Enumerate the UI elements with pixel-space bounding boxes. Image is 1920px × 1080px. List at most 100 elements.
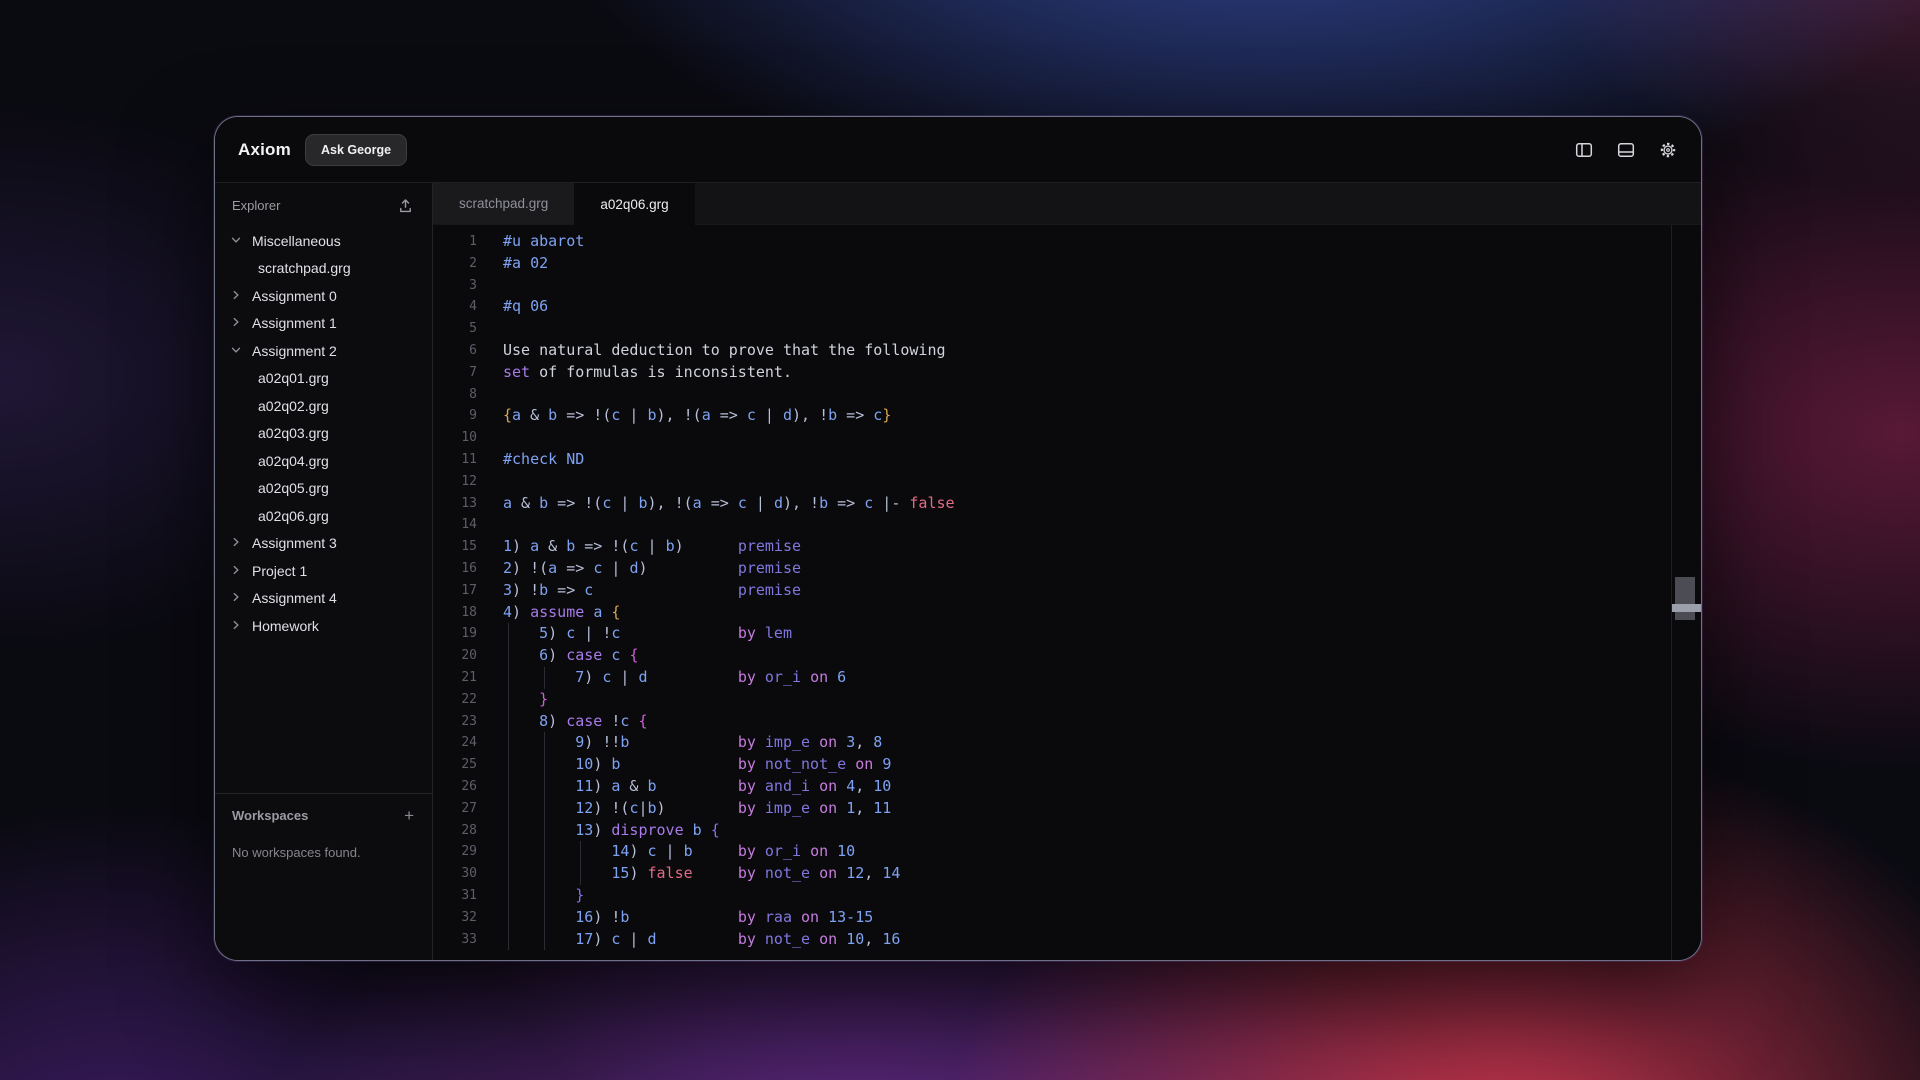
- line-number: 30: [433, 863, 477, 885]
- code-line-7[interactable]: 7 set of formulas is inconsistent.: [433, 362, 1701, 384]
- line-number: 18: [433, 602, 477, 624]
- tab-a02q06-grg[interactable]: a02q06.grg: [574, 183, 694, 225]
- tree-item-assignment-0[interactable]: Assignment 0: [215, 282, 432, 310]
- code-line-28[interactable]: 28 13) disprove b {: [433, 820, 1701, 842]
- code-text: 9) !!b by imp_e on 3, 8: [503, 732, 882, 754]
- code-line-15[interactable]: 151) a & b => !(c | b) premise: [433, 536, 1701, 558]
- code-line-8[interactable]: 8: [433, 384, 1701, 406]
- code-text: {a & b => !(c | b), !(a => c | d), !b =>…: [503, 405, 891, 427]
- code-text: 5) c | !c by lem: [503, 623, 792, 645]
- toggle-left-panel-icon[interactable]: [1575, 141, 1593, 159]
- titlebar-icons: [1575, 141, 1677, 159]
- upload-icon[interactable]: [397, 197, 414, 214]
- tree-item-a02q03-grg[interactable]: a02q03.grg: [215, 420, 432, 448]
- tree-item-assignment-1[interactable]: Assignment 1: [215, 310, 432, 338]
- code-text: 12) !(c|b) by imp_e on 1, 11: [503, 798, 891, 820]
- tree-item-a02q02-grg[interactable]: a02q02.grg: [215, 392, 432, 420]
- line-number: 12: [433, 471, 477, 493]
- code-line-11[interactable]: 11#check ND: [433, 449, 1701, 471]
- code-text: }: [503, 689, 548, 711]
- line-number: 13: [433, 493, 477, 515]
- tree-item-a02q06-grg[interactable]: a02q06.grg: [215, 502, 432, 530]
- line-number: 19: [433, 623, 477, 645]
- code-line-10[interactable]: 10: [433, 427, 1701, 449]
- tree-item-miscellaneous[interactable]: Miscellaneous: [215, 227, 432, 255]
- line-number: 9: [433, 405, 477, 427]
- code-text: #check ND: [503, 449, 584, 471]
- code-line-21[interactable]: 21 7) c | d by or_i on 6: [433, 667, 1701, 689]
- tree-item-a02q01-grg[interactable]: a02q01.grg: [215, 365, 432, 393]
- tree-item-a02q04-grg[interactable]: a02q04.grg: [215, 447, 432, 475]
- code-line-1[interactable]: 1#u abarot: [433, 231, 1701, 253]
- scrollbar-grip[interactable]: [1672, 604, 1701, 612]
- explorer-heading: Explorer: [232, 198, 280, 213]
- code-line-2[interactable]: 2#a 02: [433, 253, 1701, 275]
- code-line-5[interactable]: 5: [433, 318, 1701, 340]
- line-number: 32: [433, 907, 477, 929]
- tree-item-label: a02q04.grg: [258, 453, 329, 469]
- tree-item-a02q05-grg[interactable]: a02q05.grg: [215, 475, 432, 503]
- code-line-4[interactable]: 4#q 06: [433, 296, 1701, 318]
- code-line-20[interactable]: 20 6) case c {: [433, 645, 1701, 667]
- code-line-9[interactable]: 9 {a & b => !(c | b), !(a => c | d), !b =…: [433, 405, 1701, 427]
- chevron-right-icon: [230, 619, 244, 633]
- code-line-16[interactable]: 162) !(a => c | d) premise: [433, 558, 1701, 580]
- tree-item-assignment-3[interactable]: Assignment 3: [215, 530, 432, 558]
- code-line-23[interactable]: 23 8) case !c {: [433, 711, 1701, 733]
- tree-item-homework[interactable]: Homework: [215, 612, 432, 640]
- editor-column: scratchpad.grga02q06.grg 1#u abarot2#a 0…: [433, 183, 1701, 961]
- desktop-background: Axiom Ask George Explorer: [0, 0, 1920, 1080]
- code-text: set of formulas is inconsistent.: [503, 362, 792, 384]
- code-line-32[interactable]: 32 16) !b by raa on 13-15: [433, 907, 1701, 929]
- code-line-17[interactable]: 173) !b => c premise: [433, 580, 1701, 602]
- tree-item-assignment-4[interactable]: Assignment 4: [215, 585, 432, 613]
- tree-item-label: Homework: [252, 618, 319, 634]
- code-line-13[interactable]: 13 a & b => !(c | b), !(a => c | d), !b =…: [433, 493, 1701, 515]
- code-line-27[interactable]: 27 12) !(c|b) by imp_e on 1, 11: [433, 798, 1701, 820]
- code-text: 1) a & b => !(c | b) premise: [503, 536, 801, 558]
- code-line-33[interactable]: 33 17) c | d by not_e on 10, 16: [433, 929, 1701, 951]
- toggle-bottom-panel-icon[interactable]: [1617, 141, 1635, 159]
- code-line-12[interactable]: 12: [433, 471, 1701, 493]
- indent-guide: [544, 754, 545, 776]
- line-number: 20: [433, 645, 477, 667]
- code-line-22[interactable]: 22 }: [433, 689, 1701, 711]
- line-number: 23: [433, 711, 477, 733]
- tree-item-scratchpad-grg[interactable]: scratchpad.grg: [215, 255, 432, 283]
- code-line-26[interactable]: 26 11) a & b by and_i on 4, 10: [433, 776, 1701, 798]
- code-line-3[interactable]: 3: [433, 275, 1701, 297]
- titlebar: Axiom Ask George: [215, 117, 1701, 183]
- ask-george-button[interactable]: Ask George: [305, 134, 407, 166]
- indent-guide: [544, 667, 545, 689]
- tab-scratchpad-grg[interactable]: scratchpad.grg: [433, 183, 574, 224]
- code-line-19[interactable]: 19 5) c | !c by lem: [433, 623, 1701, 645]
- chevron-right-icon: [230, 289, 244, 303]
- code-line-25[interactable]: 25 10) b by not_not_e on 9: [433, 754, 1701, 776]
- tree-item-assignment-2[interactable]: Assignment 2: [215, 337, 432, 365]
- code-line-29[interactable]: 29 14) c | b by or_i on 10: [433, 841, 1701, 863]
- chevron-right-icon: [230, 316, 244, 330]
- chevron-right-icon: [230, 564, 244, 578]
- line-number: 33: [433, 929, 477, 951]
- code-editor[interactable]: 1#u abarot2#a 0234#q 0656Use natural ded…: [433, 225, 1701, 961]
- add-workspace-button[interactable]: +: [404, 809, 414, 823]
- code-text: a & b => !(c | b), !(a => c | d), !b => …: [503, 493, 955, 515]
- code-line-24[interactable]: 24 9) !!b by imp_e on 3, 8: [433, 732, 1701, 754]
- line-number: 3: [433, 275, 477, 297]
- settings-gear-icon[interactable]: [1659, 141, 1677, 159]
- code-line-6[interactable]: 6Use natural deduction to prove that the…: [433, 340, 1701, 362]
- indent-guide: [544, 929, 545, 951]
- code-line-31[interactable]: 31 }: [433, 885, 1701, 907]
- code-line-30[interactable]: 30 15) false by not_e on 12, 14: [433, 863, 1701, 885]
- code-line-14[interactable]: 14: [433, 514, 1701, 536]
- scrollbar-thumb[interactable]: [1675, 577, 1695, 620]
- line-number: 4: [433, 296, 477, 318]
- code-line-18[interactable]: 184) assume a {: [433, 602, 1701, 624]
- tree-item-project-1[interactable]: Project 1: [215, 557, 432, 585]
- indent-guide: [508, 754, 509, 776]
- chevron-right-icon: [230, 591, 244, 605]
- indent-guide: [508, 885, 509, 907]
- editor-scrollbar[interactable]: [1671, 225, 1701, 961]
- indent-guide: [544, 885, 545, 907]
- line-number: 7: [433, 362, 477, 384]
